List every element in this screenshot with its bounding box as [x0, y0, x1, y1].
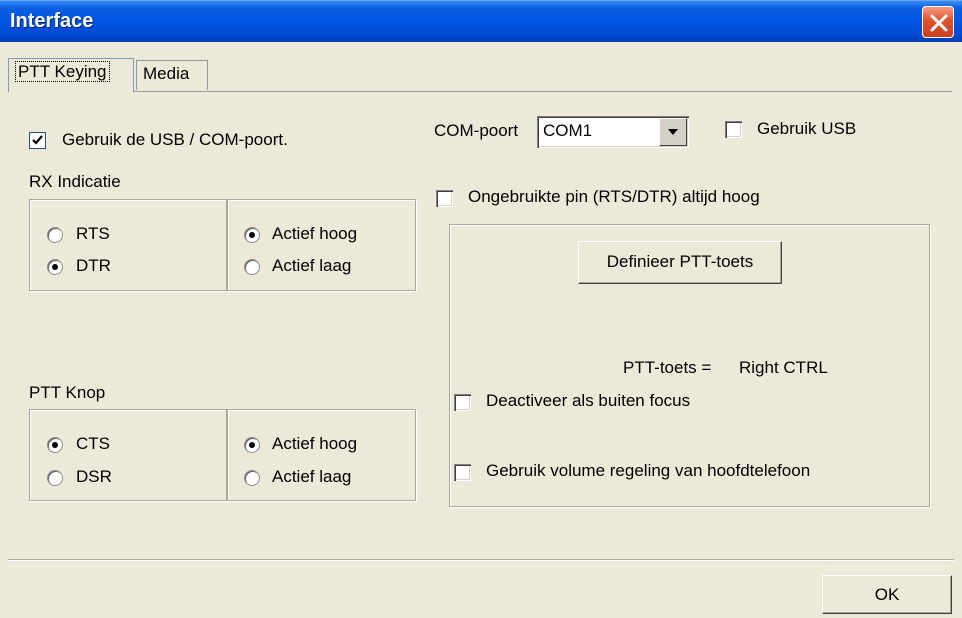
ptt-key-value: Right CTRL [739, 358, 828, 377]
tab-media-label: Media [143, 64, 190, 83]
ok-button-label: OK [874, 585, 900, 604]
deactivate-outside-focus-label[interactable]: Deactiveer als buiten focus [486, 391, 690, 411]
rx-indication-heading: RX Indicatie [29, 172, 121, 191]
radio-selected-dot [249, 232, 255, 238]
define-ptt-key-label: Definieer PTT-toets [606, 252, 754, 271]
rx-line-group [29, 199, 227, 291]
radio-selected-dot [52, 264, 58, 270]
rx-dtr-radio[interactable] [47, 259, 63, 275]
ptt-button-heading: PTT Knop [29, 383, 106, 402]
ptt-line-group [29, 409, 227, 501]
rx-dtr-label[interactable]: DTR [76, 256, 111, 276]
radio-selected-dot [52, 442, 58, 448]
ptt-cts-label[interactable]: CTS [76, 434, 110, 454]
unused-pin-high-label[interactable]: Ongebruikte pin (RTS/DTR) altijd hoog [468, 187, 760, 207]
com-port-dropdown[interactable]: COM1 [537, 116, 689, 148]
deactivate-outside-focus-checkbox[interactable] [454, 394, 471, 411]
ptt-cts-radio[interactable] [47, 437, 63, 453]
title-bar[interactable]: Interface [0, 0, 962, 42]
tab-ptt-keying[interactable]: PTT Keying [8, 58, 134, 92]
rx-active-low-radio[interactable] [244, 259, 260, 275]
ptt-level-group [227, 409, 416, 501]
close-icon [930, 14, 948, 32]
ptt-active-low-radio[interactable] [244, 470, 260, 486]
rx-active-low-label[interactable]: Actief laag [272, 256, 351, 276]
ptt-active-high-radio[interactable] [244, 437, 260, 453]
define-ptt-key-button[interactable]: Definieer PTT-toets [578, 241, 782, 284]
com-port-label: COM-poort [434, 121, 519, 140]
unused-pin-high-checkbox[interactable] [436, 190, 453, 207]
footer-separator [8, 559, 954, 561]
use-usb-com-label[interactable]: Gebruik de USB / COM-poort. [62, 130, 288, 150]
com-port-value: COM1 [543, 121, 593, 140]
tab-ptt-keying-label: PTT Keying [15, 61, 110, 82]
window-title: Interface [10, 10, 94, 32]
use-usb-checkbox[interactable] [725, 121, 742, 138]
ptt-dsr-label[interactable]: DSR [76, 467, 112, 487]
rx-active-high-label[interactable]: Actief hoog [272, 224, 357, 244]
ptt-dsr-radio[interactable] [47, 470, 63, 486]
chevron-down-icon [668, 129, 678, 135]
headphone-volume-checkbox[interactable] [454, 464, 471, 481]
radio-selected-dot [249, 442, 255, 448]
rx-level-group [227, 199, 416, 291]
tab-media[interactable]: Media [136, 60, 208, 90]
rx-rts-radio[interactable] [47, 227, 63, 243]
use-usb-com-checkbox[interactable] [29, 132, 46, 149]
ptt-active-low-label[interactable]: Actief laag [272, 467, 351, 487]
rx-rts-label[interactable]: RTS [76, 224, 110, 244]
com-port-dropdown-button[interactable] [659, 118, 687, 146]
ptt-key-label: PTT-toets = [623, 358, 712, 377]
headphone-volume-label[interactable]: Gebruik volume regeling van hoofdtelefoo… [486, 461, 810, 481]
close-button[interactable] [922, 6, 954, 38]
check-icon [32, 135, 43, 145]
rx-active-high-radio[interactable] [244, 227, 260, 243]
use-usb-label[interactable]: Gebruik USB [757, 119, 856, 139]
ptt-active-high-label[interactable]: Actief hoog [272, 434, 357, 454]
ok-button[interactable]: OK [822, 575, 952, 614]
